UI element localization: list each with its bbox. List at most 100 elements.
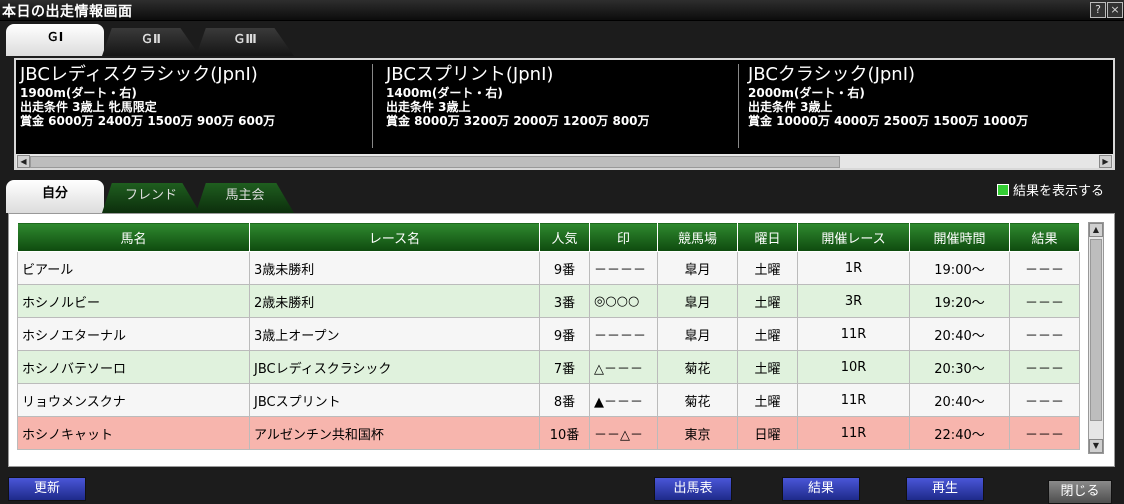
race-conditions: 出走条件 3歳上 [748, 100, 833, 114]
cell-horse-name: ビアール [17, 251, 250, 285]
scroll-up-icon[interactable]: ▲ [1089, 223, 1103, 237]
cell-time: 20:40～ [909, 383, 1010, 417]
close-window-button[interactable]: × [1107, 2, 1123, 18]
cell-racecourse: 皐月 [657, 284, 738, 318]
cell-mark: －－△－ [589, 416, 658, 450]
cell-horse-name: ホシノキャット [17, 416, 250, 450]
race-name: JBCクラシック(JpnⅠ) [748, 64, 916, 85]
cell-horse-name: ホシノルビー [17, 284, 250, 318]
scroll-thumb[interactable] [1090, 239, 1102, 421]
cell-race-number: 1R [797, 251, 910, 285]
race-distance: 2000m(ダート・右) [748, 86, 865, 100]
table-row-selected[interactable]: ホシノキャット アルゼンチン共和国杯 10番 －－△－ 東京 日曜 11R 22… [17, 416, 1080, 450]
tab-owners-club[interactable]: 馬主会 [196, 183, 294, 213]
header-horse-name[interactable]: 馬名 [17, 222, 250, 252]
tab-g3[interactable]: ＧⅢ [196, 28, 294, 56]
race-distance: 1400m(ダート・右) [386, 86, 503, 100]
header-racecourse[interactable]: 競馬場 [657, 222, 738, 252]
cell-result: －－－ [1009, 416, 1080, 450]
cell-racecourse: 皐月 [657, 317, 738, 351]
cell-result: －－－ [1009, 383, 1080, 417]
header-mark[interactable]: 印 [589, 222, 658, 252]
cell-race-number: 11R [797, 416, 910, 450]
cell-time: 20:30～ [909, 350, 1010, 384]
tab-friend[interactable]: フレンド [102, 183, 200, 213]
cell-popularity: 9番 [539, 317, 590, 351]
cell-popularity: 7番 [539, 350, 590, 384]
cell-mark: △－－－ [589, 350, 658, 384]
header-result[interactable]: 結果 [1009, 222, 1080, 252]
cell-mark: －－－－ [589, 251, 658, 285]
race-prize: 賞金 6000万 2400万 1500万 900万 600万 [20, 114, 276, 128]
cell-day: 土曜 [737, 350, 798, 384]
cell-popularity: 9番 [539, 251, 590, 285]
race-name: JBCスプリント(JpnⅠ) [386, 64, 554, 85]
cell-day: 土曜 [737, 251, 798, 285]
cell-race-number: 11R [797, 317, 910, 351]
show-result-toggle[interactable]: 結果を表示する [996, 180, 1104, 199]
scroll-thumb[interactable] [30, 156, 840, 168]
cell-mark: ▲－－－ [589, 383, 658, 417]
cell-race-number: 10R [797, 350, 910, 384]
cell-popularity: 3番 [539, 284, 590, 318]
race-prize: 賞金 10000万 4000万 2500万 1500万 1000万 [748, 114, 1029, 128]
scroll-left-icon[interactable]: ◀ [17, 155, 30, 168]
race-distance: 1900m(ダート・右) [20, 86, 137, 100]
cell-day: 土曜 [737, 317, 798, 351]
cell-result: －－－ [1009, 317, 1080, 351]
race-name: JBCレディスクラシック(JpnⅠ) [20, 64, 258, 85]
cell-racecourse: 菊花 [657, 350, 738, 384]
table-row[interactable]: リョウメンスクナ JBCスプリント 8番 ▲－－－ 菊花 土曜 11R 20:4… [17, 383, 1080, 417]
header-race-number[interactable]: 開催レース [797, 222, 910, 252]
horizontal-scrollbar[interactable]: ◀ ▶ [16, 154, 1113, 168]
cell-result: －－－ [1009, 350, 1080, 384]
race-card[interactable]: JBCクラシック(JpnⅠ) 2000m(ダート・右) 出走条件 3歳上 賞金 … [748, 64, 1100, 148]
vertical-scrollbar[interactable]: ▲ ▼ [1088, 222, 1104, 454]
race-card[interactable]: JBCレディスクラシック(JpnⅠ) 1900m(ダート・右) 出走条件 3歳上… [20, 64, 373, 148]
entries-button[interactable]: 出馬表 [654, 477, 732, 501]
cell-race-name: アルゼンチン共和国杯 [249, 416, 540, 450]
cell-race-number: 11R [797, 383, 910, 417]
header-day[interactable]: 曜日 [737, 222, 798, 252]
cell-racecourse: 皐月 [657, 251, 738, 285]
window-title: 本日の出走情報画面 [2, 4, 133, 20]
scroll-right-icon[interactable]: ▶ [1099, 155, 1112, 168]
cell-race-name: JBCスプリント [249, 383, 540, 417]
close-button[interactable]: 閉じる [1048, 480, 1112, 504]
race-card[interactable]: JBCスプリント(JpnⅠ) 1400m(ダート・右) 出走条件 3歳上 賞金 … [386, 64, 739, 148]
scroll-down-icon[interactable]: ▼ [1089, 439, 1103, 453]
checkbox-icon[interactable] [996, 184, 1009, 196]
cell-day: 土曜 [737, 284, 798, 318]
tab-g1[interactable]: ＧⅠ [6, 24, 104, 56]
cell-race-name: 3歳上オープン [249, 317, 540, 351]
cell-mark: －－－－ [589, 317, 658, 351]
replay-button[interactable]: 再生 [906, 477, 984, 501]
cell-race-number: 3R [797, 284, 910, 318]
table-row[interactable]: ホシノエターナル 3歳上オープン 9番 －－－－ 皐月 土曜 11R 20:40… [17, 317, 1080, 351]
tab-self[interactable]: 自分 [6, 180, 104, 213]
cell-race-name: JBCレディスクラシック [249, 350, 540, 384]
refresh-button[interactable]: 更新 [8, 477, 86, 501]
cell-racecourse: 菊花 [657, 383, 738, 417]
cell-racecourse: 東京 [657, 416, 738, 450]
cell-result: －－－ [1009, 251, 1080, 285]
header-race-name[interactable]: レース名 [249, 222, 540, 252]
race-conditions: 出走条件 3歳上 [386, 100, 471, 114]
race-conditions: 出走条件 3歳上 牝馬限定 [20, 100, 157, 114]
cell-mark: ◎○○○ [589, 284, 658, 318]
cell-day: 日曜 [737, 416, 798, 450]
help-button[interactable]: ? [1090, 2, 1106, 18]
entries-table: 馬名 レース名 人気 印 競馬場 曜日 開催レース 開催時間 結果 ビアール 3… [17, 222, 1080, 450]
tab-g2[interactable]: ＧⅡ [102, 28, 200, 56]
table-row[interactable]: ホシノバテソーロ JBCレディスクラシック 7番 △－－－ 菊花 土曜 10R … [17, 350, 1080, 384]
cell-horse-name: リョウメンスクナ [17, 383, 250, 417]
cell-time: 20:40～ [909, 317, 1010, 351]
table-row[interactable]: ビアール 3歳未勝利 9番 －－－－ 皐月 土曜 1R 19:00～ －－－ [17, 251, 1080, 285]
cell-race-name: 3歳未勝利 [249, 251, 540, 285]
cell-time: 19:20～ [909, 284, 1010, 318]
cell-result: －－－ [1009, 284, 1080, 318]
header-time[interactable]: 開催時間 [909, 222, 1010, 252]
results-button[interactable]: 結果 [782, 477, 860, 501]
header-popularity[interactable]: 人気 [539, 222, 590, 252]
table-row[interactable]: ホシノルビー 2歳未勝利 3番 ◎○○○ 皐月 土曜 3R 19:20～ －－－ [17, 284, 1080, 318]
